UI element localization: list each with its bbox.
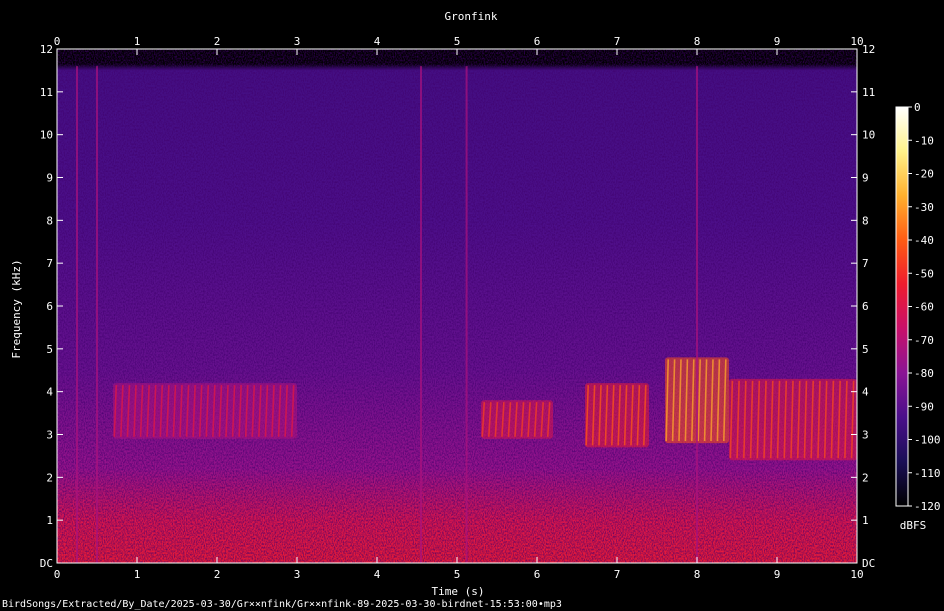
y-tick-label: DC [40, 557, 53, 570]
spectrogram-chart: Gronfink 001122334455667788991010DC DC1 12… [2, 10, 941, 610]
x-tick-label: 7 [614, 568, 621, 581]
colorbar: 0 -10 -20 -30 -40 -50 -60 -70 -80 -90 -100 -110 -120 [895, 101, 941, 513]
colorbar-tick-label: -80 [914, 367, 934, 380]
y-tick-label: 12 [40, 43, 53, 56]
y-tick-label: 6 [46, 300, 53, 313]
y-tick-label-right: 6 [862, 300, 869, 313]
y-tick-label: 2 [46, 471, 53, 484]
y-tick-label-right: 3 [862, 429, 869, 442]
x-tick-label-top: 6 [534, 35, 541, 48]
x-tick-label-top: 2 [214, 35, 221, 48]
spectrogram-plot [57, 49, 857, 563]
y-tick-label-right: 4 [862, 386, 869, 399]
x-tick-label: 8 [694, 568, 701, 581]
y-tick-label: 10 [40, 129, 53, 142]
y-tick-label-right: 8 [862, 214, 869, 227]
noise-texture [57, 49, 857, 563]
colorbar-tick-label: -60 [914, 301, 934, 314]
y-tick-label: 3 [46, 429, 53, 442]
colorbar-tick-label: 0 [914, 101, 921, 114]
x-tick-label: 2 [214, 568, 221, 581]
colorbar-tick-label: -20 [914, 168, 934, 181]
colorbar-tick-label: -40 [914, 234, 934, 247]
y-tick-label-right: 11 [862, 86, 875, 99]
x-tick-label: 5 [454, 568, 461, 581]
colorbar-tick-label: -110 [914, 467, 941, 480]
x-tick-label-top: 3 [294, 35, 301, 48]
y-tick-label-right: DC [862, 557, 875, 570]
y-tick-label-right: 2 [862, 471, 869, 484]
colorbar-tick-label: -50 [914, 267, 934, 280]
x-axis-label: Time (s) [432, 585, 485, 598]
colorbar-label: dBFS [900, 519, 927, 532]
x-tick-label: 9 [774, 568, 781, 581]
x-tick-label: 4 [374, 568, 381, 581]
y-tick-label-right: 9 [862, 172, 869, 185]
chart-title: Gronfink [445, 10, 498, 23]
x-tick-label: 3 [294, 568, 301, 581]
y-tick-label: 11 [40, 86, 53, 99]
y-tick-label: 7 [46, 257, 53, 270]
x-tick-label: 1 [134, 568, 141, 581]
x-tick-label-top: 5 [454, 35, 461, 48]
x-tick-label: 0 [54, 568, 61, 581]
y-axis-label: Frequency (kHz) [10, 259, 23, 358]
y-tick-label-right: 12 [862, 43, 875, 56]
colorbar-tick-label: -70 [914, 334, 934, 347]
y-tick-label: 9 [46, 172, 53, 185]
y-tick-label-right: 5 [862, 343, 869, 356]
footer-file-path: BirdSongs/Extracted/By_Date/2025-03-30/G… [2, 599, 562, 610]
colorbar-tick-label: -90 [914, 400, 934, 413]
colorbar-tick-label: -10 [914, 134, 934, 147]
x-tick-label-top: 4 [374, 35, 381, 48]
x-tick-label-top: 8 [694, 35, 701, 48]
y-tick-label: 5 [46, 343, 53, 356]
y-tick-label: 1 [46, 514, 53, 527]
y-tick-label: 8 [46, 214, 53, 227]
y-tick-label-right: 1 [862, 514, 869, 527]
x-tick-label-top: 0 [54, 35, 61, 48]
x-tick-label-top: 7 [614, 35, 621, 48]
x-tick-label-top: 9 [774, 35, 781, 48]
y-tick-label-right: 7 [862, 257, 869, 270]
y-tick-label-right: 10 [862, 129, 875, 142]
x-tick-label-top: 1 [134, 35, 141, 48]
colorbar-gradient [896, 107, 908, 506]
y-tick-label: 4 [46, 386, 53, 399]
colorbar-tick-label: -30 [914, 201, 934, 214]
colorbar-tick-label: -100 [914, 434, 941, 447]
colorbar-tick-label: -120 [914, 500, 941, 513]
x-tick-label: 6 [534, 568, 541, 581]
